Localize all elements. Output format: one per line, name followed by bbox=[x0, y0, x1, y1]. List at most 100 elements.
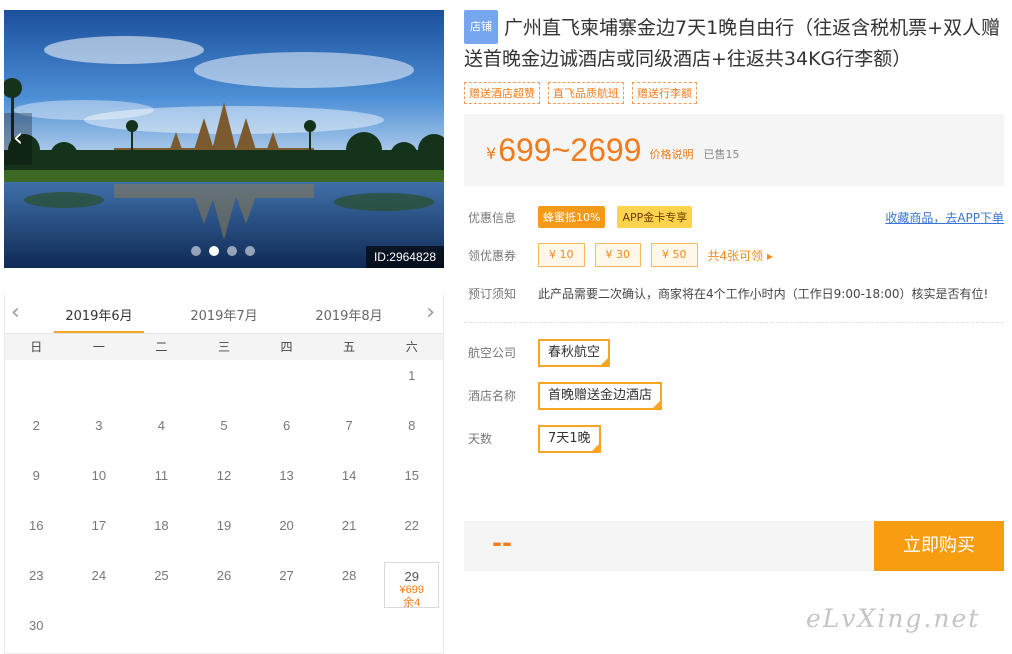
hotel-label: 酒店名称 bbox=[468, 389, 517, 403]
price-range: 699~2699 bbox=[498, 131, 642, 168]
price-currency: ¥ bbox=[486, 143, 497, 163]
calendar-day-number: 29 bbox=[404, 569, 419, 584]
calendar-day-number: 27 bbox=[279, 568, 294, 583]
calendar-day-number: 21 bbox=[341, 518, 357, 533]
tab-month-july[interactable]: 2019年7月 bbox=[179, 305, 269, 324]
selected-price-placeholder: -- bbox=[492, 529, 512, 557]
calendar-day-number: 16 bbox=[29, 518, 44, 533]
calendar-day: 12 bbox=[193, 460, 256, 510]
calendar-day-number: 30 bbox=[29, 618, 44, 633]
calendar-month-tabs: ‹ 2019年6月 2019年7月 2019年8月 › bbox=[5, 294, 443, 334]
calendar-day-number: 14 bbox=[341, 468, 357, 483]
app-gold-badge: APP金卡专享 bbox=[617, 206, 693, 228]
calendar-day: 19 bbox=[193, 510, 256, 560]
calendar-day-number: 18 bbox=[154, 518, 169, 533]
hotel-option[interactable]: 首晚赠送金边酒店 bbox=[538, 381, 663, 410]
image-id-badge: ID:2964828 bbox=[365, 246, 444, 268]
calendar-day-number: 6 bbox=[282, 418, 291, 433]
calendar-day-number: 4 bbox=[157, 418, 166, 433]
tab-month-june[interactable]: 2019年6月 bbox=[54, 305, 144, 333]
calendar-empty-cell bbox=[255, 610, 318, 654]
favorite-app-order-link[interactable]: 收藏商品，去APP下单 bbox=[885, 209, 1004, 226]
calendar-day: 6 bbox=[255, 410, 318, 460]
chevron-left-icon: ‹ bbox=[11, 300, 20, 325]
price-box: ¥ 699~2699 价格说明 已售15 bbox=[464, 114, 1004, 186]
divider bbox=[464, 322, 1004, 323]
product-image-carousel[interactable]: ‹ › ID:2964828 bbox=[4, 10, 444, 268]
discount-row: 优惠信息 蜂蜜抵10% APP金卡专享 收藏商品，去APP下单 bbox=[464, 198, 1004, 236]
calendar-day-number: 28 bbox=[341, 568, 357, 583]
weekday-label: 五 bbox=[343, 340, 356, 354]
calendar-day: 28 bbox=[318, 560, 381, 610]
calendar-day: 18 bbox=[130, 510, 193, 560]
calendar-day: 21 bbox=[318, 510, 381, 560]
angkor-wat-photo bbox=[4, 10, 444, 268]
calendar-empty-cell bbox=[130, 360, 193, 410]
days-option[interactable]: 7天1晚 bbox=[538, 424, 601, 453]
calendar-day-number: 20 bbox=[279, 518, 294, 533]
calendar-days-grid: 1 2 3 4 5 6 7 8 9 10 11 12 13 14 15 16 17 18 19 20 21 22 23 24 2… bbox=[5, 360, 443, 654]
carousel-dot[interactable] bbox=[227, 246, 237, 256]
calendar-day-number: 2 bbox=[32, 418, 40, 433]
calendar-day: 7 bbox=[318, 410, 381, 460]
calendar-day-available[interactable]: 29 ¥699 余4 bbox=[384, 562, 439, 609]
calendar-next-button[interactable]: › bbox=[426, 300, 435, 325]
weekday-label: 三 bbox=[217, 340, 230, 354]
calendar-day: 20 bbox=[255, 510, 318, 560]
discount-label: 优惠信息 bbox=[468, 210, 517, 225]
calendar-day: 14 bbox=[318, 460, 381, 510]
calendar-empty-cell bbox=[130, 610, 193, 654]
airline-option[interactable]: 春秋航空 bbox=[538, 338, 611, 367]
calendar-empty-cell bbox=[68, 610, 131, 654]
calendar-empty-cell bbox=[255, 360, 318, 410]
calendar-day-number: 11 bbox=[154, 468, 169, 483]
calendar-day: 30 bbox=[5, 610, 68, 654]
calendar-day: 11 bbox=[130, 460, 193, 510]
calendar-day: 27 bbox=[255, 560, 318, 610]
tab-month-august[interactable]: 2019年8月 bbox=[304, 305, 394, 324]
calendar-day-number: 26 bbox=[216, 568, 232, 583]
calendar-day: 23 bbox=[5, 560, 68, 610]
calendar-empty-cell bbox=[318, 610, 381, 654]
carousel-dot[interactable] bbox=[191, 246, 201, 256]
calendar-day-number: 1 bbox=[408, 368, 416, 383]
buy-now-button[interactable]: 立即购买 bbox=[874, 521, 1004, 571]
price-explanation-link[interactable]: 价格说明 bbox=[649, 146, 693, 162]
carousel-prev-button[interactable]: ‹ bbox=[4, 113, 32, 165]
coupon-more-link[interactable]: 共4张可领 ▸ bbox=[708, 247, 773, 264]
calendar-empty-cell bbox=[380, 610, 443, 654]
calendar-empty-cell bbox=[5, 360, 68, 410]
calendar-day: 24 bbox=[68, 560, 131, 610]
coupon-30[interactable]: ¥ 30 bbox=[594, 243, 641, 267]
calendar-day: 17 bbox=[68, 510, 131, 560]
airline-option-row: 航空公司 春秋航空 bbox=[464, 331, 1004, 374]
calendar-day-number: 24 bbox=[91, 568, 107, 583]
site-watermark: eLvXing.net bbox=[806, 604, 981, 633]
calendar-day-stock: 余4 bbox=[403, 597, 421, 609]
calendar-day: 9 bbox=[5, 460, 68, 510]
calendar-day: 16 bbox=[5, 510, 68, 560]
product-tags: 赠送酒店超赞 直飞品质航班 赠送行李额 bbox=[464, 82, 1004, 104]
hotel-option-row: 酒店名称 首晚赠送金边酒店 bbox=[464, 374, 1004, 417]
coupon-10[interactable]: ¥ 10 bbox=[538, 243, 585, 267]
carousel-dot[interactable] bbox=[245, 246, 255, 256]
coupon-label: 领优惠券 bbox=[468, 248, 517, 263]
calendar-day-number: 22 bbox=[404, 518, 419, 533]
calendar-day-number: 9 bbox=[32, 468, 40, 483]
calendar-day-number: 5 bbox=[220, 418, 228, 433]
calendar-prev-button[interactable]: ‹ bbox=[11, 300, 20, 325]
calendar-day: 1 bbox=[380, 360, 443, 410]
weekday-label: 二 bbox=[155, 340, 168, 354]
weekday-label: 四 bbox=[280, 340, 293, 354]
product-info-panel: 店铺 广州直飞柬埔寨金边7天1晚自由行（往返含税机票+双人赠送首晚金边诚酒店或同级… bbox=[464, 10, 1004, 460]
sold-count: 已售15 bbox=[703, 148, 740, 161]
weekday-label: 日 bbox=[30, 340, 43, 354]
calendar-day-number: 25 bbox=[154, 568, 169, 583]
buy-bar: -- 立即购买 bbox=[464, 521, 1004, 571]
calendar-day-number: 13 bbox=[279, 468, 294, 483]
chevron-right-icon: › bbox=[426, 300, 435, 325]
carousel-dot-active[interactable] bbox=[209, 246, 219, 256]
days-label: 天数 bbox=[468, 432, 493, 446]
calendar-day: 22 bbox=[380, 510, 443, 560]
coupon-50[interactable]: ¥ 50 bbox=[651, 243, 698, 267]
